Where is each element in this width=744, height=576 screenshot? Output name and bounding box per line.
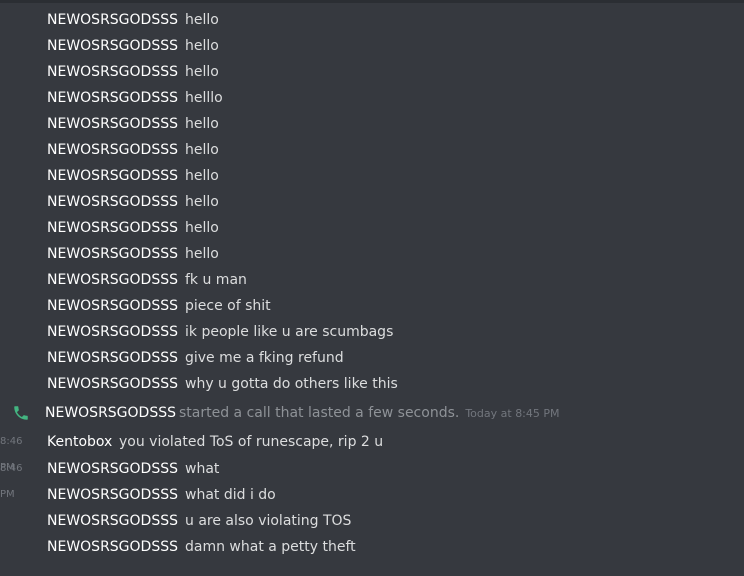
message-text: hello xyxy=(185,246,219,262)
message-text: why u gotta do others like this xyxy=(185,376,398,392)
message-text: hello xyxy=(185,142,219,158)
message-author[interactable]: NEWOSRSGODSSS xyxy=(47,293,178,319)
message-text: damn what a petty theft xyxy=(185,539,356,555)
message-text: hello xyxy=(185,168,219,184)
message-text: hello xyxy=(185,38,219,54)
system-call-message[interactable]: NEWOSRSGODSSS started a call that lasted… xyxy=(0,400,744,426)
chat-message[interactable]: NEWOSRSGODSSS give me a fking refund xyxy=(0,345,744,371)
chat-message[interactable]: NEWOSRSGODSSS hello xyxy=(0,163,744,189)
message-author[interactable]: NEWOSRSGODSSS xyxy=(47,267,178,293)
chat-message[interactable]: NEWOSRSGODSSS damn what a petty theft xyxy=(0,534,744,560)
top-divider xyxy=(0,0,744,3)
message-text: ik people like u are scumbags xyxy=(185,324,394,340)
message-author[interactable]: NEWOSRSGODSSS xyxy=(47,241,178,267)
message-text: hello xyxy=(185,12,219,28)
message-text: you violated ToS of runescape, rip 2 u xyxy=(119,434,384,450)
chat-message[interactable]: NEWOSRSGODSSS why u gotta do others like… xyxy=(0,371,744,397)
chat-message[interactable]: NEWOSRSGODSSS hello xyxy=(0,215,744,241)
message-text: helllo xyxy=(185,90,223,106)
message-author[interactable]: NEWOSRSGODSSS xyxy=(47,33,178,59)
message-text: hello xyxy=(185,116,219,132)
call-text: started a call that lasted a few seconds… xyxy=(179,400,560,427)
chat-message[interactable]: NEWOSRSGODSSS piece of shit xyxy=(0,293,744,319)
chat-message[interactable]: NEWOSRSGODSSS helllo xyxy=(0,85,744,111)
chat-message[interactable]: NEWOSRSGODSSS hello xyxy=(0,137,744,163)
message-author[interactable]: NEWOSRSGODSSS xyxy=(47,137,178,163)
message-text: give me a fking refund xyxy=(185,350,344,366)
chat-message[interactable]: NEWOSRSGODSSS hello xyxy=(0,7,744,33)
message-author[interactable]: NEWOSRSGODSSS xyxy=(47,163,178,189)
message-author[interactable]: NEWOSRSGODSSS xyxy=(47,111,178,137)
chat-message[interactable]: NEWOSRSGODSSS hello xyxy=(0,241,744,267)
call-timestamp: Today at 8:45 PM xyxy=(465,407,560,420)
message-text: what did i do xyxy=(185,487,276,503)
message-author[interactable]: NEWOSRSGODSSS xyxy=(47,534,178,560)
message-author[interactable]: Kentobox xyxy=(47,429,112,455)
phone-icon xyxy=(14,406,28,420)
message-text: hello xyxy=(185,220,219,236)
chat-message[interactable]: NEWOSRSGODSSS ik people like u are scumb… xyxy=(0,319,744,345)
message-author[interactable]: NEWOSRSGODSSS xyxy=(47,7,178,33)
message-text: u are also violating TOS xyxy=(185,513,352,529)
chat-message[interactable]: 8:46 PM NEWOSRSGODSSS what xyxy=(0,456,744,500)
call-author[interactable]: NEWOSRSGODSSS xyxy=(45,400,176,426)
message-author[interactable]: NEWOSRSGODSSS xyxy=(47,345,178,371)
chat-message[interactable]: NEWOSRSGODSSS hello xyxy=(0,111,744,137)
message-author[interactable]: NEWOSRSGODSSS xyxy=(47,85,178,111)
message-author[interactable]: NEWOSRSGODSSS xyxy=(47,371,178,397)
message-author[interactable]: NEWOSRSGODSSS xyxy=(47,189,178,215)
message-author[interactable]: NEWOSRSGODSSS xyxy=(47,319,178,345)
message-author[interactable]: NEWOSRSGODSSS xyxy=(47,456,178,482)
message-author[interactable]: NEWOSRSGODSSS xyxy=(47,508,178,534)
message-text: piece of shit xyxy=(185,298,271,314)
message-text: what xyxy=(185,461,220,477)
chat-message[interactable]: NEWOSRSGODSSS hello xyxy=(0,59,744,85)
message-author[interactable]: NEWOSRSGODSSS xyxy=(47,215,178,241)
message-text: hello xyxy=(185,64,219,80)
chat-message[interactable]: NEWOSRSGODSSS hello xyxy=(0,33,744,59)
chat-message[interactable]: NEWOSRSGODSSS hello xyxy=(0,189,744,215)
message-author[interactable]: NEWOSRSGODSSS xyxy=(47,482,178,508)
message-text: fk u man xyxy=(185,272,247,288)
chat-message[interactable]: 8:46 PM Kentobox you violated ToS of run… xyxy=(0,429,744,473)
chat-message[interactable]: NEWOSRSGODSSS what did i do xyxy=(0,482,744,508)
call-description: started a call that lasted a few seconds… xyxy=(179,405,460,421)
chat-message[interactable]: NEWOSRSGODSSS fk u man xyxy=(0,267,744,293)
message-text: hello xyxy=(185,194,219,210)
chat-message[interactable]: NEWOSRSGODSSS u are also violating TOS xyxy=(0,508,744,534)
message-author[interactable]: NEWOSRSGODSSS xyxy=(47,59,178,85)
